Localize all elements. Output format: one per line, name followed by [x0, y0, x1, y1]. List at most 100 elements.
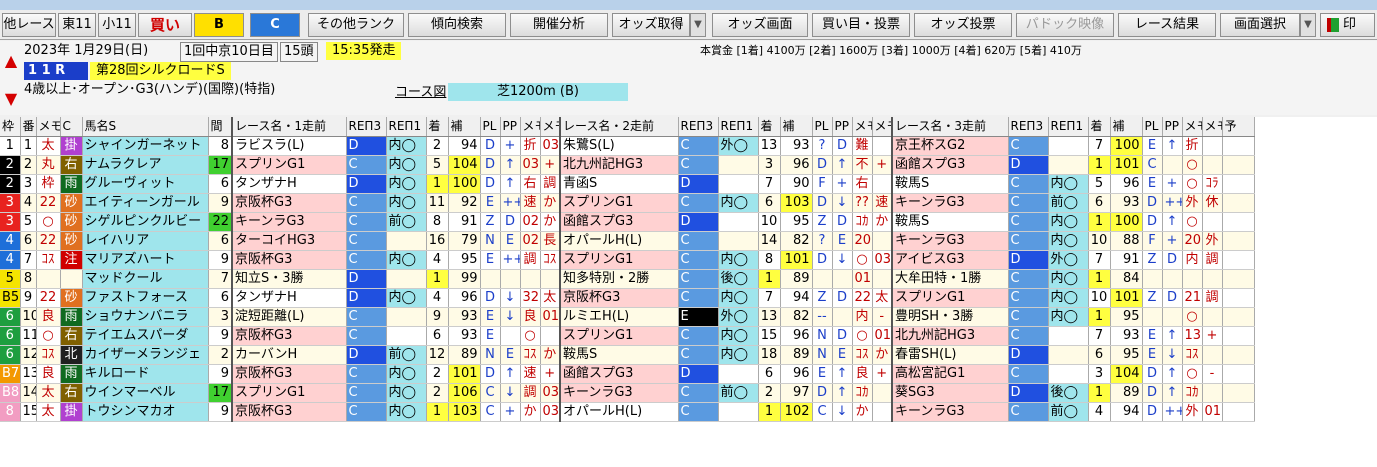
buy-button[interactable]: 買い [138, 13, 192, 37]
horse-name[interactable]: マリアズハート [82, 250, 209, 270]
race-name-cell[interactable]: オパールH(L) [559, 402, 679, 422]
race-name-cell[interactable]: 鞍馬S [891, 212, 1009, 232]
paddock-video-button[interactable]: パドック映像 [1016, 13, 1114, 37]
race-name-cell[interactable]: 大牟田特・1勝 [891, 269, 1009, 289]
horse-name[interactable]: トウシンマカオ [82, 402, 209, 422]
table-row[interactable]: B713良雨キルロード9京阪杯G3C内◯2101D↑速+函館スプG3D696E↑… [0, 364, 1255, 384]
column-header[interactable]: PL [812, 117, 833, 137]
table-row[interactable]: 2 3 枠雨グルーヴィット 6 タンザナH D 内◯ 1 100 D ↑ 右調青函S D 7 90 F + 右鞍馬… [0, 174, 1255, 194]
race-name-cell[interactable]: 京阪杯G3 [559, 288, 679, 308]
column-header[interactable]: メモ [872, 117, 893, 137]
race-name-cell[interactable]: スプリンG1 [231, 155, 347, 175]
screen-select-button[interactable]: 画面選択 [1220, 13, 1300, 37]
other-race-button[interactable]: 他レース [2, 13, 56, 37]
race-name-cell[interactable]: オパールH(L) [559, 231, 679, 251]
horse-name[interactable]: レイハリア [82, 231, 209, 251]
mark-button[interactable]: 印 [1320, 13, 1375, 37]
race-name-cell[interactable]: 春雷SH(L) [891, 345, 1009, 365]
column-header[interactable]: 馬名S [82, 117, 209, 137]
race-name-cell[interactable]: スプリンG1 [231, 383, 347, 403]
table-row[interactable]: 3422砂エイティーンガール9京阪杯G3C内◯1192E++速かスプリンG1C内… [0, 193, 1255, 213]
race-name-cell[interactable]: 函館スプG3 [559, 364, 679, 384]
column-header[interactable]: 枠 [0, 117, 21, 137]
column-header[interactable]: 補 [780, 117, 813, 137]
race-name-cell[interactable]: キーンラG3 [891, 402, 1009, 422]
column-header[interactable]: PP [500, 117, 521, 137]
other-rank-button[interactable]: その他ランク [308, 13, 404, 37]
column-header[interactable]: REΠ1 [718, 117, 759, 137]
horse-name[interactable]: カイザーメランジェ [82, 345, 209, 365]
horse-name[interactable]: ナムラクレア [82, 155, 209, 175]
odds-fetch-button[interactable]: オッズ取得 [612, 13, 690, 37]
column-header[interactable]: メモ [852, 117, 873, 137]
race-name-cell[interactable]: ルミエH(L) [559, 307, 679, 327]
column-header[interactable]: 予 [1222, 117, 1255, 137]
column-header[interactable]: メモ [36, 117, 61, 137]
race-name-cell[interactable]: 京王杯スG2 [891, 136, 1009, 156]
horse-name[interactable]: シゲルピンクルビー [82, 212, 209, 232]
table-row[interactable]: 3 5 ○ 砂シゲルピンクルビー 22 キーンラG3 C 前◯ 8 91 Z D 02 か函館スプG3 D 1… [0, 212, 1255, 232]
column-header[interactable]: REΠ3 [346, 117, 387, 137]
race-name-cell[interactable]: 知立S・3勝 [231, 269, 347, 289]
horse-name[interactable]: ショウナンバニラ [82, 307, 209, 327]
column-header[interactable]: レース名・2走前 [559, 117, 679, 137]
column-header[interactable]: 番 [20, 117, 37, 137]
race-name-cell[interactable]: ラビスラ(L) [231, 136, 347, 156]
column-header[interactable]: メモ [540, 117, 561, 137]
race-name-cell[interactable]: スプリンG1 [559, 326, 679, 346]
course-map-link[interactable]: コース図 [395, 84, 446, 102]
table-row[interactable]: 5 8 マッドクール 7 知立S・3勝 D 1 99 知多特別・2勝 C 後◯ 1 89 01 大牟田特・1… [0, 269, 1255, 289]
race-name-cell[interactable]: 鞍馬S [559, 345, 679, 365]
horse-name[interactable]: キルロード [82, 364, 209, 384]
next-race-arrow-icon[interactable]: ▼ [4, 89, 18, 108]
race-name-cell[interactable]: スプリンG1 [559, 250, 679, 270]
horse-name[interactable]: グルーヴィット [82, 174, 209, 194]
horse-name[interactable]: エイティーンガール [82, 193, 209, 213]
race-name-cell[interactable]: アイビスG3 [891, 250, 1009, 270]
horse-name[interactable]: ウインマーベル [82, 383, 209, 403]
kokura11-button[interactable]: 小11 [98, 13, 136, 37]
odds-fetch-dropdown-icon[interactable]: ▼ [690, 13, 706, 37]
horse-name[interactable]: テイエムスパーダ [82, 326, 209, 346]
meeting-analysis-button[interactable]: 開催分析 [510, 13, 608, 37]
race-name-cell[interactable]: キーンラG3 [559, 383, 679, 403]
column-header[interactable]: PP [1162, 117, 1183, 137]
race-name-cell[interactable]: 知多特別・2勝 [559, 269, 679, 289]
odds-screen-button[interactable]: オッズ画面 [712, 13, 808, 37]
race-name-cell[interactable]: 北九州記HG3 [559, 155, 679, 175]
race-name-cell[interactable]: 函館スプG3 [559, 212, 679, 232]
race-name-cell[interactable]: スプリンG1 [559, 193, 679, 213]
table-row[interactable]: 610良雨ショウナンバニラ3淀短距離(L)C993E↓良01ルミエH(L)E外◯… [0, 307, 1255, 327]
column-header[interactable]: C [60, 117, 83, 137]
column-header[interactable]: レース名・1走前 [231, 117, 347, 137]
column-header[interactable]: メモ [1182, 117, 1203, 137]
table-row[interactable]: 4 6 22 砂レイハリア 6 ターコイHG3 C 16 79 N E 02 長オパールH(L) C 14 8… [0, 231, 1255, 251]
table-row[interactable]: 611○右テイエムスパーダ9京阪杯G3C693E○スプリンG1C内◯1596ND… [0, 326, 1255, 346]
race-name-cell[interactable]: 京阪杯G3 [231, 326, 347, 346]
table-row[interactable]: 612ｺｽ北カイザーメランジェ2カーバンHD前◯1289NEｺｽか鞍馬SC内◯1… [0, 345, 1255, 365]
table-row[interactable]: 1 1 太掛シャインガーネット 8 ラビスラ(L) D 内◯ 2 94 D + 折 03 朱鷺S(L) C 外… [0, 136, 1255, 156]
column-header[interactable]: 補 [448, 117, 481, 137]
race-name-cell[interactable]: カーバンH [231, 345, 347, 365]
rank-b-button[interactable]: B [194, 13, 244, 37]
table-row[interactable]: 815太掛トウシンマカオ9京阪杯G3C内◯1103C+か03オパールH(L)C1… [0, 402, 1255, 422]
horse-name[interactable]: マッドクール [82, 269, 209, 289]
race-name-cell[interactable]: タンザナH [231, 174, 347, 194]
prev-race-arrow-icon[interactable]: ▲ [4, 51, 18, 70]
race-name-cell[interactable]: 京阪杯G3 [231, 402, 347, 422]
race-name-cell[interactable]: 葵SG3 [891, 383, 1009, 403]
race-name-cell[interactable]: キーンラG3 [891, 193, 1009, 213]
column-header[interactable]: 補 [1110, 117, 1143, 137]
horse-name[interactable]: シャインガーネット [82, 136, 209, 156]
race-name-cell[interactable]: スプリンG1 [891, 288, 1009, 308]
race-name-cell[interactable]: 朱鷺S(L) [559, 136, 679, 156]
column-header[interactable]: REΠ3 [1008, 117, 1049, 137]
column-header[interactable]: 着 [1088, 117, 1111, 137]
column-header[interactable]: REΠ1 [386, 117, 427, 137]
race-name-cell[interactable]: 京阪杯G3 [231, 193, 347, 213]
race-name-cell[interactable]: 高松宮記G1 [891, 364, 1009, 384]
bet-vote-button[interactable]: 買い目・投票 [812, 13, 910, 37]
race-name-cell[interactable]: 豊明SH・3勝 [891, 307, 1009, 327]
horse-name[interactable]: ファストフォース [82, 288, 209, 308]
column-header[interactable]: レース名・3走前 [891, 117, 1009, 137]
